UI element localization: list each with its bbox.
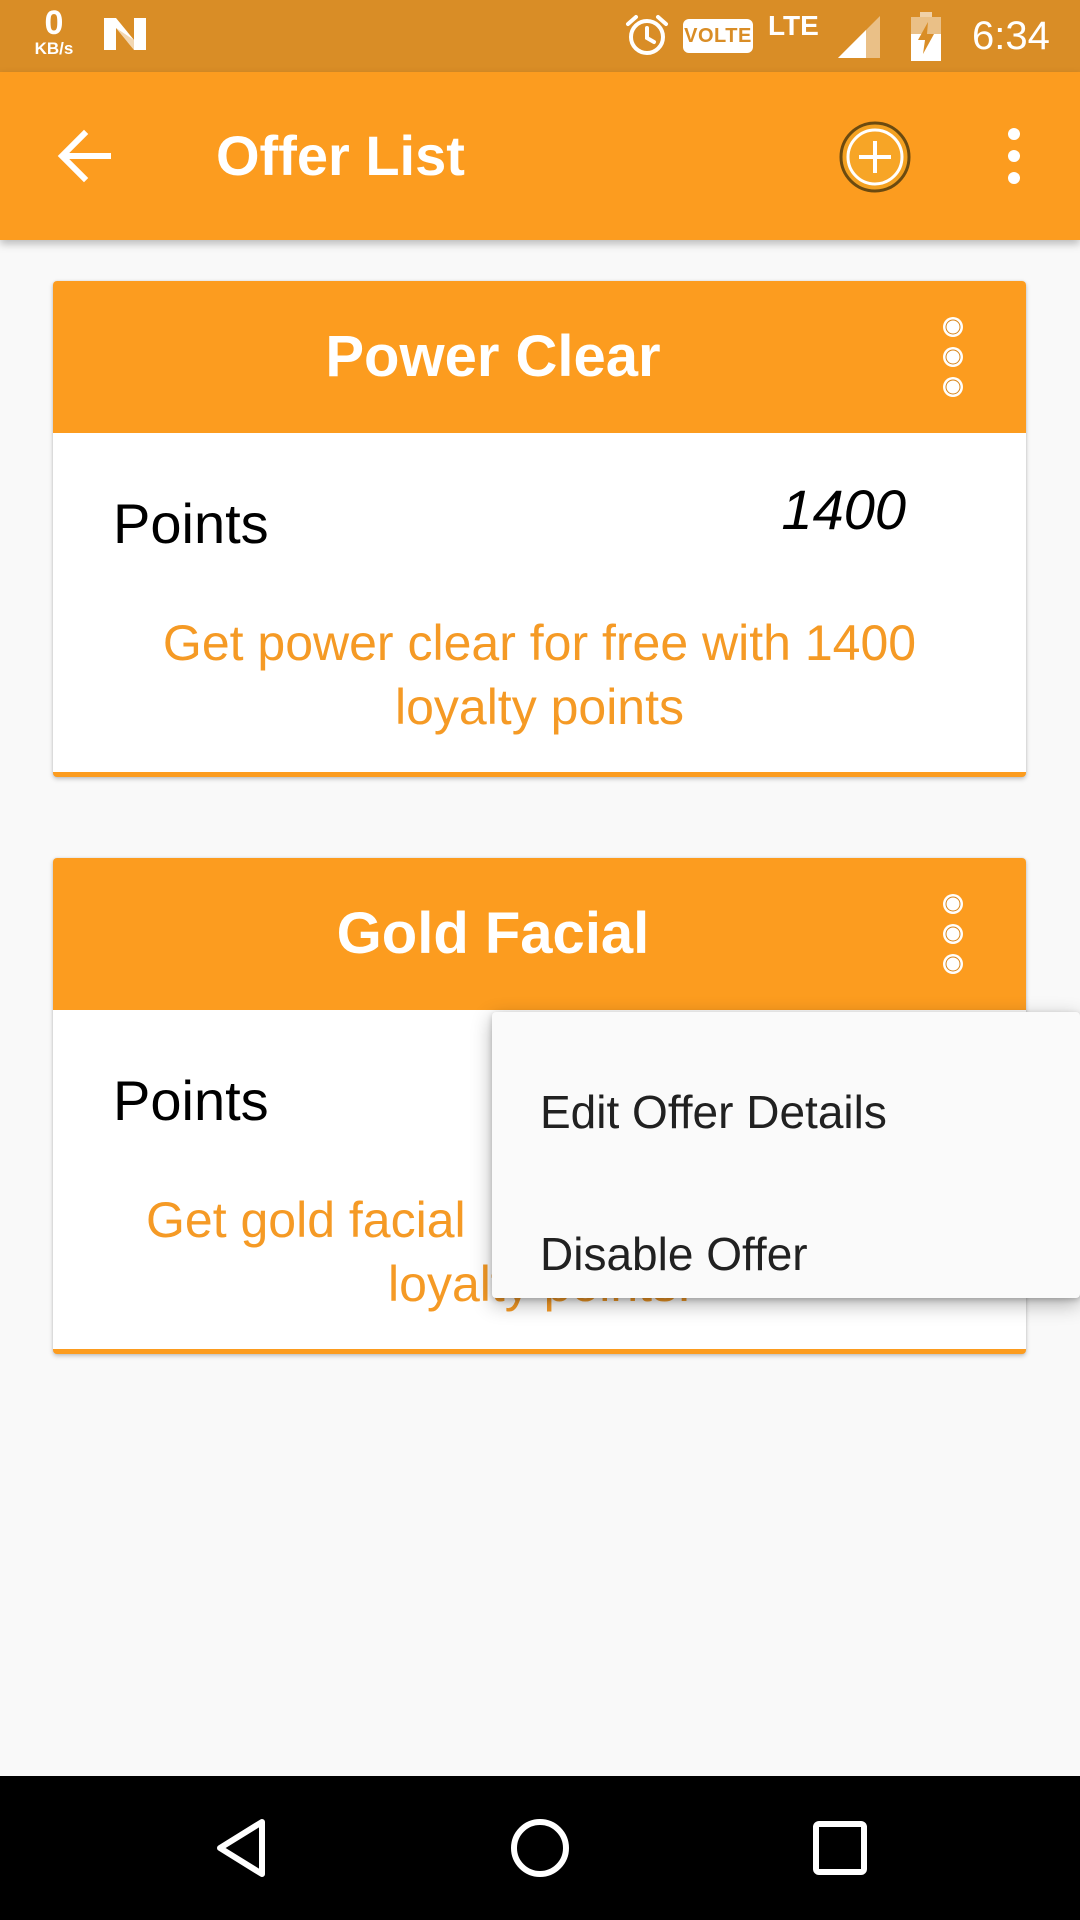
signal-icon xyxy=(836,14,882,65)
n-logo-icon xyxy=(102,14,148,59)
overflow-menu-icon[interactable] xyxy=(994,124,1034,188)
disable-offer-menu-item[interactable]: Disable Offer xyxy=(540,1226,808,1282)
offer-card-header: Gold Facial xyxy=(53,858,1026,1010)
offer-menu-icon[interactable] xyxy=(933,892,973,976)
offer-title: Gold Facial xyxy=(336,901,650,966)
nav-recents-icon[interactable] xyxy=(812,1820,868,1881)
offer-title: Power Clear xyxy=(325,324,661,389)
alarm-icon xyxy=(624,12,670,63)
status-bar: 0 KB/s VOLTE LTE 6:34 xyxy=(0,0,1080,72)
points-value: 1400 xyxy=(781,478,906,541)
points-label: Points xyxy=(113,492,269,555)
offer-description: Get power clear for free with 1400 loyal… xyxy=(162,615,917,735)
offer-popup-menu: Edit Offer Details Disable Offer xyxy=(492,1012,1080,1298)
net-speed: 0 KB/s xyxy=(26,6,82,57)
page-title: Offer List xyxy=(216,124,465,187)
add-circle-icon[interactable] xyxy=(838,120,912,194)
offer-card[interactable]: Power Clear Points 1400 Get power clear … xyxy=(53,281,1026,777)
points-label: Points xyxy=(113,1069,269,1132)
app-bar: Offer List xyxy=(0,72,1080,240)
edit-offer-details-menu-item[interactable]: Edit Offer Details xyxy=(540,1084,887,1140)
battery-charging-icon xyxy=(910,12,942,67)
nav-home-icon[interactable] xyxy=(510,1816,570,1885)
net-speed-unit: KB/s xyxy=(34,39,74,58)
offer-card-header: Power Clear xyxy=(53,281,1026,433)
volte-badge: VOLTE xyxy=(683,19,753,53)
net-speed-value: 0 xyxy=(44,4,64,42)
navigation-bar xyxy=(0,1776,1080,1920)
back-arrow-icon[interactable] xyxy=(52,122,120,190)
network-type: LTE xyxy=(768,10,819,41)
nav-back-icon[interactable] xyxy=(210,1816,274,1885)
offer-menu-icon[interactable] xyxy=(933,315,973,399)
clock: 6:34 xyxy=(972,14,1050,58)
